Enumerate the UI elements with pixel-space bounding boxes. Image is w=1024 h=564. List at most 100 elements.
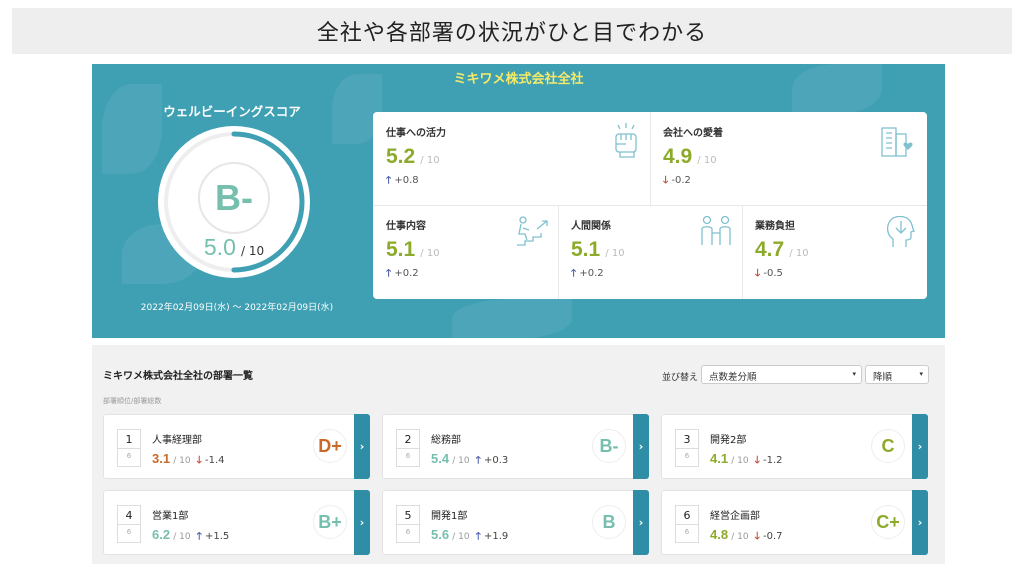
- department-list-section: ミキワメ株式会社全社の部署一覧 部署順位/部署総数 並び替え 点数差分順 ▾ 降…: [92, 345, 945, 564]
- rank-total: 6: [126, 528, 132, 536]
- department-grade: C: [871, 429, 905, 463]
- department-score-denominator: / 10: [731, 456, 749, 466]
- metric-value: 4.9: [663, 145, 693, 168]
- arrow-down-icon: 🡓: [663, 175, 669, 186]
- rank-total: 6: [405, 452, 411, 460]
- metric-value: 5.2: [386, 145, 416, 168]
- rank-number: 4: [118, 506, 140, 525]
- rank-number: 3: [676, 430, 698, 449]
- rank-number: 5: [397, 506, 419, 525]
- metric-delta: -0.2: [671, 175, 691, 186]
- department-name: 総務部: [431, 435, 461, 446]
- page-title: 全社や各部署の状況がひと目でわかる: [316, 21, 708, 46]
- department-score-value: 3.1: [152, 451, 171, 466]
- department-delta: -1.2: [763, 455, 783, 466]
- company-title: ミキワメ株式会社全社: [453, 72, 584, 87]
- department-name: 営業1部: [152, 511, 189, 522]
- arrow-up-icon: 🡑: [386, 175, 392, 186]
- metrics-card: 仕事への活力 5.2 / 10 🡑 +0.8 会社への愛着 4.9 / 10 🡓…: [373, 112, 927, 299]
- metric-delta: -0.5: [763, 268, 783, 279]
- metric-denominator: / 10: [420, 155, 440, 166]
- department-rank: 26: [396, 429, 420, 467]
- arrow-up-icon: 🡑: [571, 268, 577, 279]
- chevron-right-icon[interactable]: ›: [633, 414, 649, 479]
- overall-score-value: 5.0: [203, 234, 236, 260]
- sort-select[interactable]: 点数差分順 ▾: [701, 365, 862, 384]
- department-score: 3.1 / 10 🡓 -1.4: [152, 451, 225, 470]
- department-card[interactable]: 1 6 人事経理部 3.1 / 10 🡓 -1.4 D+ ›: [103, 414, 370, 479]
- stairs-climber-icon: [517, 216, 548, 246]
- arrow-down-icon: 🡓: [196, 455, 202, 466]
- arrow-up-icon: 🡑: [386, 268, 392, 279]
- department-rank: 46: [117, 505, 141, 543]
- caret-icon: ▾: [852, 370, 856, 378]
- arrow-down-icon: 🡓: [754, 455, 760, 466]
- department-score-value: 5.4: [431, 451, 450, 466]
- department-grade: D+: [313, 429, 347, 463]
- rank-total: 6: [405, 528, 411, 536]
- overall-score-denominator: / 10: [240, 244, 265, 258]
- department-score-value: 5.6: [431, 527, 450, 542]
- background-leaf: [452, 299, 572, 338]
- overall-grade: B-: [215, 177, 253, 218]
- metric-work-content[interactable]: 仕事内容 5.1 / 10 🡑 +0.2: [373, 205, 558, 299]
- chevron-right-icon[interactable]: ›: [633, 490, 649, 555]
- metric-workload[interactable]: 業務負担 4.7 / 10 🡓 -0.5: [742, 205, 927, 299]
- department-score-value: 6.2: [152, 527, 171, 542]
- chevron-right-icon[interactable]: ›: [912, 490, 928, 555]
- department-delta: +0.3: [484, 455, 509, 466]
- department-rank: 66: [675, 505, 699, 543]
- department-delta: +1.5: [205, 531, 230, 542]
- department-score-denominator: / 10: [173, 456, 191, 466]
- arrow-up-icon: 🡑: [475, 531, 481, 542]
- arrow-up-icon: 🡑: [196, 531, 202, 542]
- chevron-right-icon[interactable]: ›: [912, 414, 928, 479]
- chevron-right-icon[interactable]: ›: [354, 490, 370, 555]
- metric-delta: +0.2: [394, 268, 419, 279]
- background-leaf: [102, 84, 162, 174]
- department-score-value: 4.8: [710, 527, 729, 542]
- metric-denominator: / 10: [420, 248, 440, 259]
- order-select-value: 降順: [873, 372, 893, 383]
- rank-total: 6: [684, 452, 690, 460]
- metric-label: 仕事への活力: [386, 128, 446, 139]
- department-name: 経営企画部: [710, 511, 760, 522]
- department-card[interactable]: 2 6 総務部 5.4 / 10 🡑 +0.3 B- ›: [382, 414, 649, 479]
- department-card[interactable]: 6 6 経営企画部 4.8 / 10 🡓 -0.7 C+ ›: [661, 490, 928, 555]
- department-card[interactable]: 5 6 開発1部 5.6 / 10 🡑 +1.9 B ›: [382, 490, 649, 555]
- department-list-subtitle: 部署順位/部署総数: [103, 397, 162, 405]
- arrow-up-icon: 🡑: [475, 455, 481, 466]
- department-rank: 56: [396, 505, 420, 543]
- department-delta: +1.9: [484, 531, 509, 542]
- rank-number: 2: [397, 430, 419, 449]
- overall-grade-badge: B-: [198, 162, 270, 234]
- department-score-denominator: / 10: [731, 532, 749, 542]
- metric-relationships[interactable]: 人間関係 5.1 / 10 🡑 +0.2: [558, 205, 742, 299]
- department-grade: B: [592, 505, 626, 539]
- people-icon: [701, 215, 731, 245]
- fist-icon: [615, 123, 637, 158]
- date-range: 2022年02月09日(水) 〜 2022年02月09日(水): [140, 303, 334, 313]
- order-select[interactable]: 降順 ▾: [865, 365, 929, 384]
- metric-delta: +0.2: [579, 268, 604, 279]
- department-card[interactable]: 3 6 開発2部 4.1 / 10 🡓 -1.2 C ›: [661, 414, 928, 479]
- metric-work-vitality[interactable]: 仕事への活力 5.2 / 10 🡑 +0.8: [373, 112, 650, 205]
- department-grade: B+: [313, 505, 347, 539]
- metric-company-attachment[interactable]: 会社への愛着 4.9 / 10 🡓 -0.2: [650, 112, 927, 205]
- department-score-denominator: / 10: [452, 456, 470, 466]
- metric-value: 5.1: [386, 238, 416, 261]
- department-score: 5.6 / 10 🡑 +1.9: [431, 527, 508, 546]
- department-grade: C+: [871, 505, 905, 539]
- arrow-down-icon: 🡓: [754, 531, 760, 542]
- sort-select-value: 点数差分順: [709, 372, 757, 383]
- department-card[interactable]: 4 6 営業1部 6.2 / 10 🡑 +1.5 B+ ›: [103, 490, 370, 555]
- department-score: 5.4 / 10 🡑 +0.3: [431, 451, 508, 470]
- chevron-right-icon[interactable]: ›: [354, 414, 370, 479]
- page-header: 全社や各部署の状況がひと目でわかる: [12, 8, 1012, 54]
- building-heart-icon: [881, 127, 913, 157]
- department-delta: -1.4: [205, 455, 225, 466]
- caret-icon: ▾: [919, 370, 923, 378]
- wellbeing-score-label: ウェルビーイングスコア: [163, 104, 301, 119]
- metric-value: 4.7: [755, 238, 785, 261]
- metric-value: 5.1: [571, 238, 601, 261]
